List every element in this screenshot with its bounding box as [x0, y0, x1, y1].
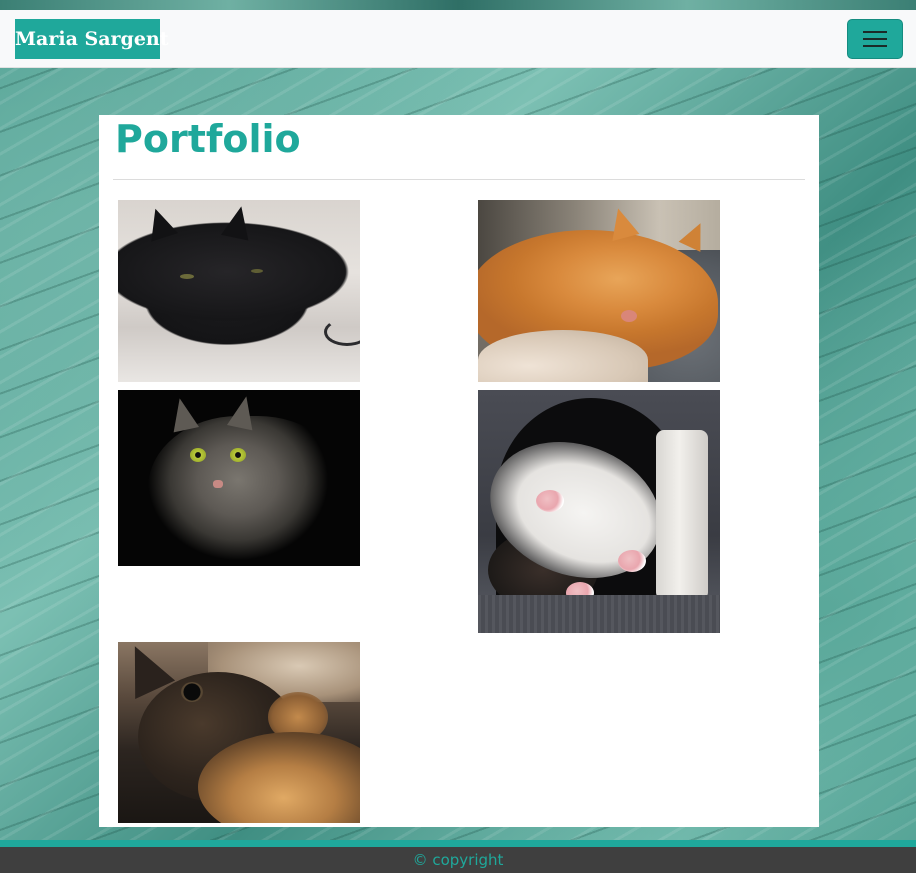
gallery-image-orange-cat[interactable]	[478, 200, 720, 382]
gallery-image-tuxedo-cat[interactable]	[478, 390, 720, 633]
copyright-text: © copyright	[412, 851, 504, 869]
menu-toggle-button[interactable]	[847, 19, 903, 59]
portfolio-panel: Portfolio	[99, 115, 819, 827]
title-divider	[113, 179, 805, 180]
gallery-image-gray-cat[interactable]	[118, 390, 360, 566]
footer-accent-stripe	[0, 840, 916, 847]
footer: © copyright	[0, 847, 916, 873]
gallery-image-tortoiseshell-cat[interactable]	[118, 642, 360, 823]
page-title: Portfolio	[115, 117, 301, 161]
brand-link[interactable]: Maria Sargent	[15, 19, 169, 59]
gallery-image-black-cat[interactable]	[118, 200, 360, 382]
background-strip	[0, 0, 916, 10]
navbar: Maria Sargent	[0, 10, 916, 68]
